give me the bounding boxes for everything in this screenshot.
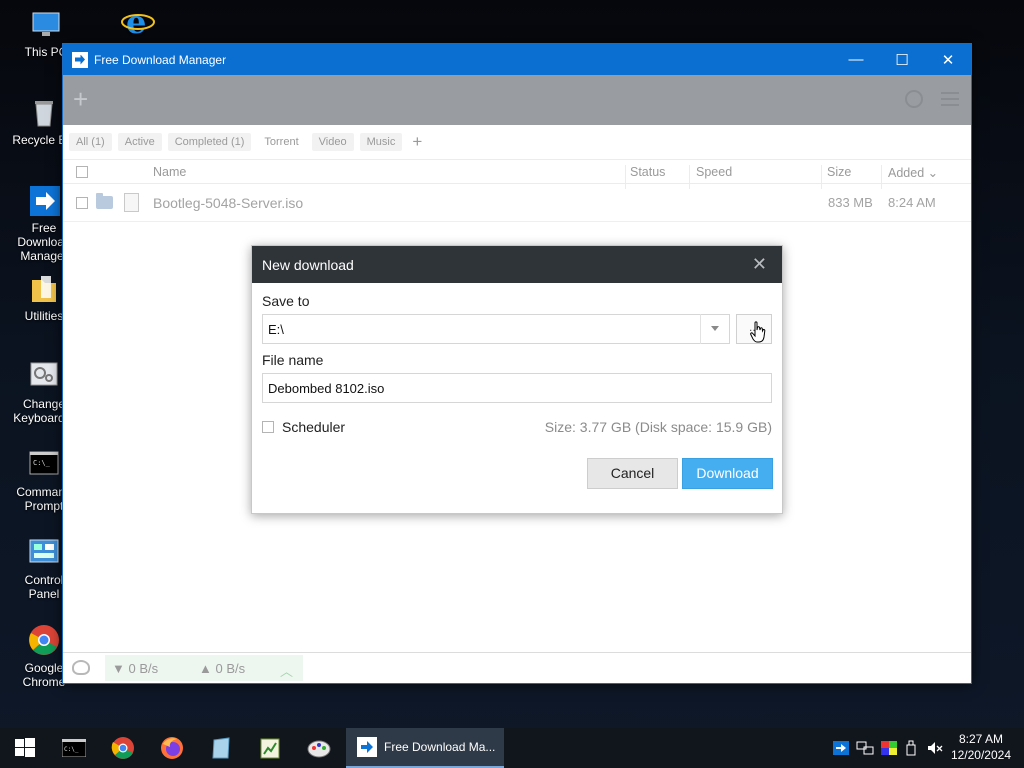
- system-tray: [832, 728, 944, 768]
- fdm-app-icon: [357, 737, 377, 757]
- start-button[interactable]: [2, 728, 48, 768]
- save-to-field[interactable]: E:\: [262, 314, 730, 344]
- upload-speed: ▲ 0 B/s: [199, 661, 246, 676]
- minimize-button[interactable]: —: [833, 44, 879, 75]
- usb-drive-icon[interactable]: [904, 740, 918, 756]
- color-picker-icon[interactable]: [880, 740, 898, 756]
- taskbar-clock[interactable]: 8:27 AM 12/20/2024: [951, 731, 1011, 763]
- filter-tab-video[interactable]: Video: [311, 133, 354, 151]
- table-row[interactable]: Bootleg-5048-Server.iso 833 MB 8:24 AM: [63, 184, 971, 222]
- column-header-name[interactable]: Name: [153, 165, 186, 179]
- paint-icon: [307, 740, 331, 758]
- add-filter-icon[interactable]: +: [408, 132, 426, 152]
- command-prompt-icon: C:\_: [27, 448, 61, 482]
- filter-tabs: All (1) Active Completed (1) Torrent Vid…: [63, 125, 971, 159]
- download-button[interactable]: Download: [682, 458, 773, 489]
- column-header-added[interactable]: Added ⌄: [888, 165, 938, 180]
- taskbar-command-prompt[interactable]: C:\_: [51, 728, 97, 768]
- taskbar-notes-app[interactable]: [198, 728, 244, 768]
- taskbar-fdm-label: Free Download Ma...: [384, 740, 496, 754]
- filter-tab-torrent[interactable]: Torrent: [257, 133, 305, 151]
- control-panel-icon: [27, 536, 61, 570]
- fdm-app-icon: [72, 51, 88, 68]
- svg-text:C:\_: C:\_: [33, 459, 51, 467]
- taskbar-firefox[interactable]: [149, 728, 195, 768]
- desktop-icon-internet-explorer[interactable]: e: [102, 3, 174, 41]
- column-header-speed[interactable]: Speed: [696, 165, 732, 179]
- keyboard-settings-icon: [27, 360, 61, 394]
- taskbar-chrome[interactable]: [100, 728, 146, 768]
- volume-muted-icon[interactable]: [926, 740, 944, 756]
- folder-icon: [27, 272, 61, 306]
- windows-logo-icon: [15, 738, 35, 757]
- file-icon: [124, 193, 139, 212]
- fdm-tray-icon[interactable]: [832, 740, 850, 756]
- save-to-value: E:\: [268, 322, 284, 337]
- chevron-up-icon: ︿: [279, 664, 293, 679]
- hamburger-menu-icon[interactable]: [941, 92, 959, 106]
- maximize-button[interactable]: ☐: [879, 44, 925, 75]
- add-download-icon[interactable]: +: [73, 86, 88, 112]
- taskbar: C:\_ Free Download Ma... 8:27 AM 12/20/2…: [0, 728, 1024, 768]
- window-title: Free Download Manager: [94, 52, 227, 67]
- dialog-title: New download: [262, 257, 354, 273]
- row-checkbox[interactable]: [76, 197, 88, 209]
- snail-mode-icon[interactable]: [72, 660, 90, 675]
- dialog-close-icon[interactable]: ✕: [752, 255, 767, 273]
- download-speed: ▼ 0 B/s: [112, 661, 159, 676]
- chrome-icon: [111, 737, 134, 759]
- speed-indicator[interactable]: ▼ 0 B/s ▲ 0 B/s ︿: [105, 655, 303, 681]
- filter-tab-all[interactable]: All (1): [69, 133, 112, 151]
- cancel-button[interactable]: Cancel: [587, 458, 678, 489]
- row-file-name: Bootleg-5048-Server.iso: [153, 195, 304, 211]
- dialog-header: New download ✕: [252, 246, 782, 283]
- clock-time: 8:27 AM: [958, 732, 1003, 746]
- network-icon[interactable]: [856, 740, 874, 756]
- window-titlebar[interactable]: Free Download Manager — ☐ ✕: [63, 44, 971, 75]
- new-download-dialog: New download ✕ Save to E:\ ... File name…: [251, 245, 783, 514]
- svg-text:e: e: [126, 4, 146, 38]
- row-size: 833 MB: [828, 195, 873, 210]
- save-to-dropdown-arrow[interactable]: [700, 314, 730, 344]
- notes-icon: [212, 737, 230, 759]
- chrome-icon: [27, 624, 61, 658]
- svg-text:C:\_: C:\_: [64, 746, 79, 753]
- hand-cursor-icon: [750, 321, 766, 343]
- file-name-value: Debombed 8102.iso: [268, 381, 385, 396]
- fdm-app-icon: [27, 184, 61, 218]
- column-header-size[interactable]: Size: [827, 165, 851, 179]
- status-bar: ▼ 0 B/s ▲ 0 B/s ︿: [63, 652, 971, 683]
- internet-explorer-icon: e: [121, 3, 155, 41]
- folder-icon[interactable]: [96, 193, 113, 209]
- close-button[interactable]: ✕: [925, 44, 971, 75]
- row-added: 8:24 AM: [888, 195, 936, 210]
- clock-date: 12/20/2024: [950, 748, 1011, 762]
- spreadsheet-icon: [260, 738, 280, 759]
- scheduler-checkbox[interactable]: [262, 421, 274, 433]
- select-all-checkbox[interactable]: [76, 166, 88, 178]
- recycle-bin-icon: [27, 96, 61, 130]
- downloads-table-header: Name Status Speed Size Added ⌄: [63, 159, 971, 189]
- save-to-label: Save to: [262, 293, 310, 309]
- command-prompt-icon: C:\_: [62, 739, 86, 757]
- filter-tab-music[interactable]: Music: [359, 133, 403, 151]
- search-icon[interactable]: [905, 90, 923, 108]
- taskbar-paint-app[interactable]: [296, 728, 342, 768]
- main-toolbar: +: [63, 75, 971, 125]
- scheduler-label[interactable]: Scheduler: [282, 419, 345, 435]
- file-name-label: File name: [262, 352, 324, 368]
- taskbar-fdm-window[interactable]: Free Download Ma...: [346, 728, 504, 768]
- firefox-icon: [161, 737, 183, 759]
- taskbar-spreadsheet-app[interactable]: [247, 728, 293, 768]
- size-info: Size: 3.77 GB (Disk space: 15.9 GB): [544, 419, 772, 435]
- file-name-field[interactable]: Debombed 8102.iso: [262, 373, 772, 403]
- filter-tab-completed[interactable]: Completed (1): [167, 133, 252, 151]
- monitor-icon: [29, 8, 63, 42]
- filter-tab-active[interactable]: Active: [117, 133, 162, 151]
- column-header-status[interactable]: Status: [630, 165, 665, 179]
